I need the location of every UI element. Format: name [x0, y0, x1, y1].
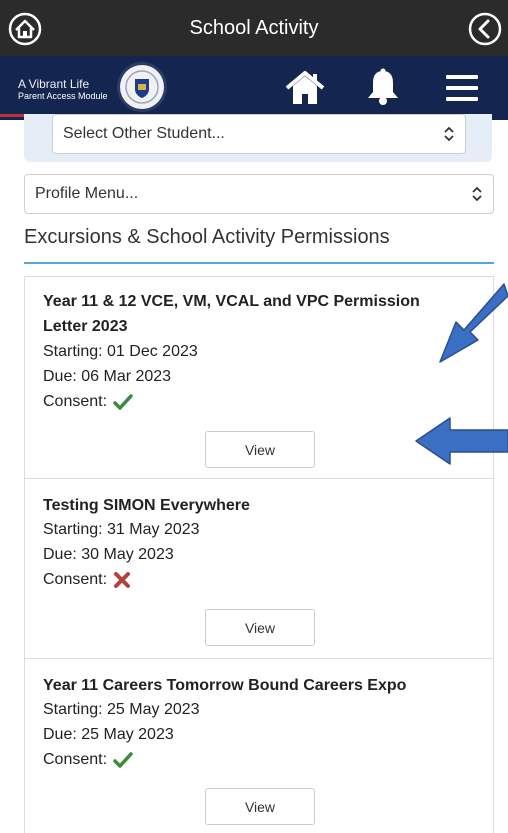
profile-menu-select[interactable]: Profile Menu...: [24, 174, 494, 214]
activity-due: Due: 06 Mar 2023: [43, 368, 172, 385]
cross-icon: [114, 571, 131, 588]
bell-icon[interactable]: [366, 68, 400, 106]
hamburger-menu-icon[interactable]: [446, 73, 478, 103]
school-crest-logo: [117, 62, 167, 112]
arrow-icon: [415, 417, 508, 465]
activity-starting: Starting: 01 Dec 2023: [43, 343, 198, 360]
arrow-icon: [439, 283, 508, 363]
brand: A Vibrant Life Parent Access Module: [18, 77, 108, 102]
activity-name: Year 11 & 12 VCE, VM, VCAL and VPC Permi…: [43, 293, 420, 335]
home-icon[interactable]: [8, 12, 42, 46]
student-select-value: Select Other Student...: [63, 125, 225, 142]
activity-consent: Consent:: [43, 747, 133, 772]
student-select[interactable]: Select Other Student...: [52, 114, 466, 154]
activity-consent: Consent:: [43, 389, 133, 414]
profile-menu-value: Profile Menu...: [35, 185, 139, 202]
view-button[interactable]: View: [205, 788, 315, 825]
brand-module: Parent Access Module: [18, 91, 108, 101]
view-button[interactable]: View: [205, 609, 315, 646]
activity-starting: Starting: 25 May 2023: [43, 701, 200, 718]
section-heading: Excursions & School Activity Permissions: [24, 226, 390, 248]
main-nav-bar: A Vibrant Life Parent Access Module: [0, 56, 508, 120]
back-icon[interactable]: [468, 12, 502, 46]
activity-name: Year 11 Careers Tomorrow Bound Careers E…: [43, 677, 407, 694]
app-title-bar: School Activity: [0, 0, 508, 56]
activity-due: Due: 25 May 2023: [43, 726, 174, 743]
view-button[interactable]: View: [205, 431, 315, 468]
consent-label: Consent:: [43, 751, 108, 768]
page-title: School Activity: [189, 16, 319, 39]
chevron-updown-icon: [444, 126, 454, 142]
brand-tagline: A Vibrant Life: [18, 77, 90, 91]
checkmark-icon: [113, 393, 133, 410]
consent-label: Consent:: [43, 393, 108, 410]
activity-card: Year 11 Careers Tomorrow Bound Careers E…: [24, 658, 494, 833]
checkmark-icon: [113, 751, 133, 768]
home-icon[interactable]: [285, 70, 325, 106]
activity-due: Due: 30 May 2023: [43, 546, 174, 563]
consent-label: Consent:: [43, 571, 108, 588]
activity-consent: Consent:: [43, 567, 131, 592]
chevron-updown-icon: [472, 186, 482, 202]
activity-starting: Starting: 31 May 2023: [43, 521, 200, 538]
activity-name: Testing SIMON Everywhere: [43, 497, 250, 514]
activity-card: Testing SIMON Everywhere Starting: 31 Ma…: [24, 478, 494, 659]
section-divider: [24, 262, 494, 264]
